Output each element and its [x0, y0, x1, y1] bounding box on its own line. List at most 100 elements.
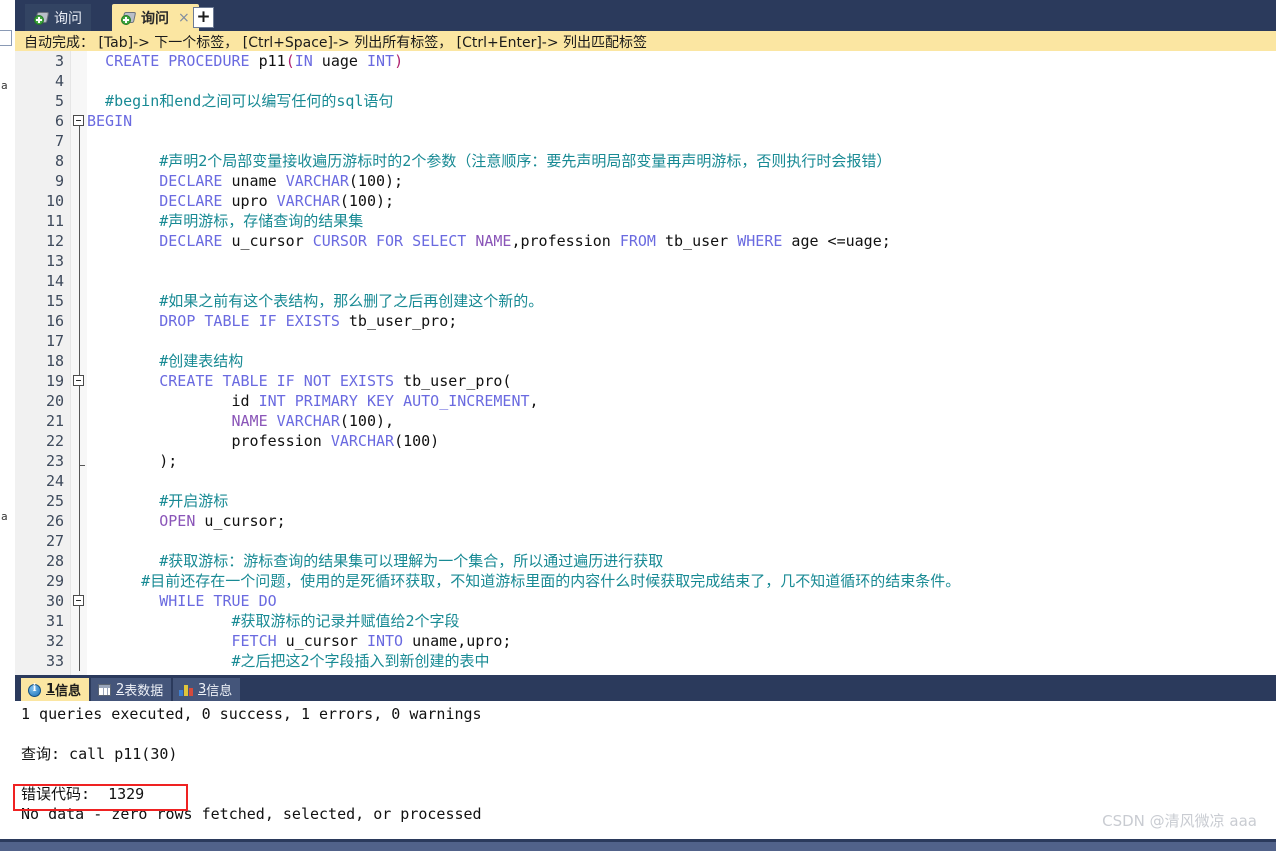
results-output[interactable]: 1 queries executed, 0 success, 1 errors,… [15, 701, 1276, 851]
code-line[interactable]: #目前还存在一个问题，使用的是死循环获取，不知道游标里面的内容什么时候获取完成结… [87, 571, 960, 591]
code-token: #之后把这2个字段插入到新创建的表中 [87, 652, 490, 670]
line-number: 31 [45, 612, 64, 630]
fold-collapse-icon[interactable] [73, 375, 84, 386]
results-tab-3[interactable]: 3 信息 [173, 678, 241, 701]
code-content-area[interactable]: CREATE PROCEDURE p11(IN uage INT) #begin… [87, 51, 1276, 675]
code-token: ( [285, 52, 295, 70]
code-token: uage [312, 52, 367, 70]
tab-label: 询问 [54, 10, 82, 27]
line-number: 29 [45, 572, 64, 590]
code-line[interactable]: DECLARE u_cursor CURSOR FOR SELECT NAME,… [87, 231, 891, 251]
results-tab-index: 2 [116, 682, 125, 697]
code-token: #目前还存在一个问题，使用的是死循环获取，不知道游标里面的内容什么时候获取完成结… [87, 572, 961, 590]
code-line[interactable]: #begin和end之间可以编写任何的sql语句 [87, 91, 393, 111]
code-fold-column[interactable] [71, 51, 87, 675]
code-token: NAME [231, 412, 268, 430]
results-tab-label: 表数据 [124, 684, 164, 699]
code-token: uname [222, 172, 286, 190]
code-line[interactable]: DECLARE upro VARCHAR(100); [87, 191, 394, 211]
fold-collapse-icon[interactable] [73, 595, 84, 606]
code-line[interactable]: WHILE TRUE DO [87, 591, 277, 611]
new-tab-button[interactable]: + [193, 7, 214, 28]
line-number: 13 [45, 252, 64, 270]
code-line[interactable]: FETCH u_cursor INTO uname,upro; [87, 631, 512, 651]
tab-query-inactive[interactable]: 询问 [25, 4, 91, 31]
line-number: 10 [45, 192, 64, 210]
line-number: 15 [45, 292, 64, 310]
line-number: 32 [45, 632, 64, 650]
line-number: 3 [54, 52, 64, 70]
code-line[interactable]: #之后把这2个字段插入到新创建的表中 [87, 651, 490, 671]
code-line[interactable]: id INT PRIMARY KEY AUTO_INCREMENT, [87, 391, 538, 411]
window-status-bar [0, 842, 1276, 851]
sidebar-text-fragment-1: a [1, 79, 8, 92]
code-line[interactable]: DECLARE uname VARCHAR(100); [87, 171, 403, 191]
code-token: #声明游标，存储查询的结果集 [87, 212, 364, 230]
code-token: BEGIN [87, 112, 133, 130]
line-number: 16 [45, 312, 64, 330]
code-token: age <=uage; [782, 232, 891, 250]
code-line[interactable]: #开启游标 [87, 491, 228, 511]
sidebar-bottom-fill [0, 676, 15, 851]
line-number: 22 [45, 432, 64, 450]
code-token: p11 [258, 52, 286, 70]
line-number: 23 [45, 452, 64, 470]
code-token: IN [294, 52, 313, 70]
code-token: profession [87, 432, 331, 450]
code-line[interactable]: OPEN u_cursor; [87, 511, 285, 531]
code-token: NAME [475, 232, 512, 250]
code-line[interactable]: CREATE TABLE IF NOT EXISTS tb_user_pro( [87, 371, 511, 391]
code-line[interactable]: DROP TABLE IF EXISTS tb_user_pro; [87, 311, 457, 331]
code-token: (100); [339, 192, 395, 210]
fold-end-marker [79, 465, 85, 466]
code-token: INT PRIMARY KEY AUTO_INCREMENT [258, 392, 530, 410]
code-token: #开启游标 [87, 492, 229, 510]
results-tab-2[interactable]: 2 表数据 [91, 678, 172, 701]
code-line[interactable]: NAME VARCHAR(100), [87, 411, 395, 431]
close-icon[interactable]: × [178, 10, 190, 26]
results-tab-label: 信息 [206, 684, 233, 699]
code-token: #创建表结构 [87, 352, 244, 370]
code-line[interactable]: #获取游标的记录并赋值给2个字段 [87, 611, 460, 631]
code-token: (100); [348, 172, 404, 190]
code-line[interactable]: CREATE PROCEDURE p11(IN uage INT) [87, 51, 403, 71]
query-icon [34, 11, 50, 25]
results-tab-index: 1 [46, 682, 56, 697]
code-line[interactable]: ); [87, 451, 177, 471]
sql-editor[interactable]: 3 4 5 6 7 8 9 10 11 12 13 14 15 16 17 18 19 20 21 22 23 24 25 2… [15, 51, 1276, 675]
editor-tab-bar: 询问 询问 × + [15, 0, 1276, 31]
line-number: 7 [54, 132, 64, 150]
code-line[interactable]: #创建表结构 [87, 351, 243, 371]
line-number: 4 [54, 72, 64, 90]
fold-guide-line [79, 121, 80, 671]
code-line[interactable]: #声明游标，存储查询的结果集 [87, 211, 363, 231]
code-token: #获取游标：游标查询的结果集可以理解为一个集合，所以通过遍历进行获取 [87, 552, 664, 570]
line-number: 5 [54, 92, 64, 110]
fold-collapse-icon[interactable] [73, 115, 84, 126]
code-token: INT [366, 52, 395, 70]
code-line[interactable]: profession VARCHAR(100) [87, 431, 439, 451]
code-line[interactable]: #声明2个局部变量接收遍历游标时的2个参数（注意顺序：要先声明局部变量再声明游标… [87, 151, 891, 171]
line-number: 27 [45, 532, 64, 550]
tab-query-active[interactable]: 询问 × [112, 4, 199, 31]
chart-icon [179, 683, 194, 697]
line-number: 26 [45, 512, 64, 530]
code-token: id [87, 392, 259, 410]
code-line[interactable]: #如果之前有这个表结构，那么删了之后再创建这个新的。 [87, 291, 543, 311]
code-token: WHILE TRUE DO [159, 592, 277, 610]
autocomplete-hint-text: 自动完成： [Tab]-> 下一个标签， [Ctrl+Space]-> 列出所有… [24, 35, 648, 51]
line-number: 33 [45, 652, 64, 670]
line-number-gutter: 3 4 5 6 7 8 9 10 11 12 13 14 15 16 17 18 19 20 21 22 23 24 25 2… [15, 51, 70, 675]
line-number: 18 [45, 352, 64, 370]
code-token: #获取游标的记录并赋值给2个字段 [87, 612, 460, 630]
code-line[interactable]: #获取游标：游标查询的结果集可以理解为一个集合，所以通过遍历进行获取 [87, 551, 663, 571]
results-tab-1[interactable]: 1 信息 [21, 678, 90, 701]
info-icon [27, 683, 42, 697]
code-line[interactable]: BEGIN [87, 111, 132, 131]
code-token: ); [87, 452, 178, 470]
